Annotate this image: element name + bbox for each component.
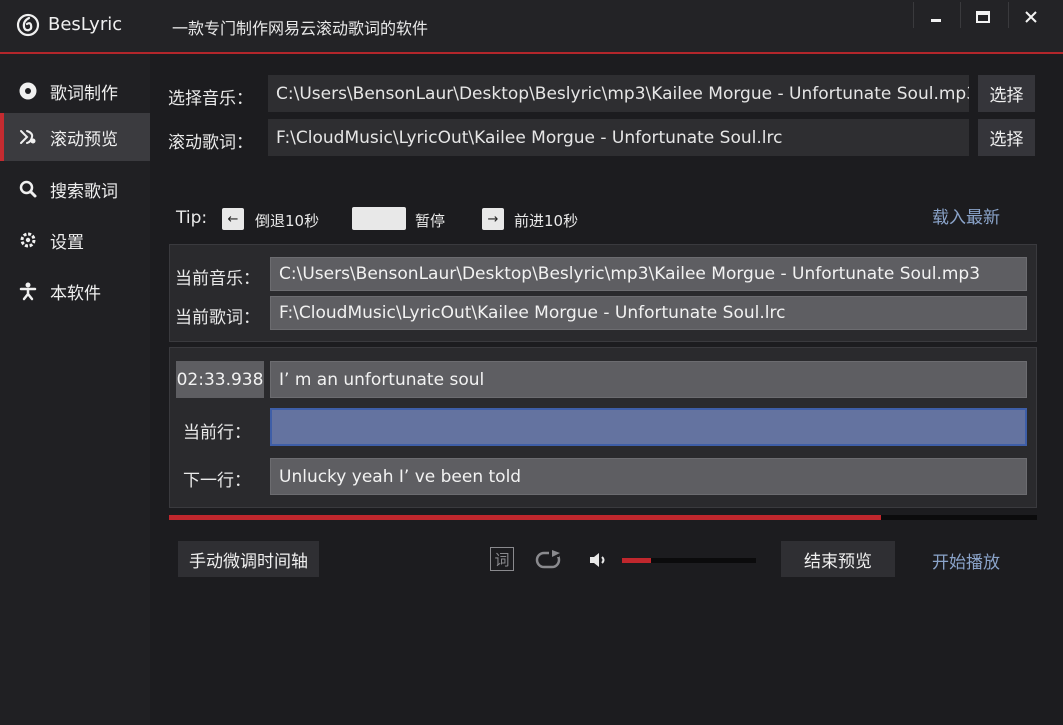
tip-label: Tip:: [176, 208, 208, 228]
close-button[interactable]: [1008, 0, 1054, 34]
volume-slider[interactable]: [622, 558, 756, 563]
left-arrow-key-icon: ←: [222, 208, 244, 230]
end-preview-button[interactable]: 结束预览: [781, 541, 895, 577]
search-icon: [19, 180, 37, 198]
sidebar-item-settings[interactable]: 设置: [0, 216, 150, 264]
maximize-icon: [976, 11, 990, 23]
forward-tip: 前进10秒: [514, 212, 579, 230]
gear-icon: [20, 232, 36, 248]
title-underline: [0, 52, 1063, 54]
right-arrow-key-icon: →: [482, 208, 504, 230]
sidebar-item-scroll-preview[interactable]: 滚动预览: [0, 113, 150, 161]
current-lyric-field: F:\CloudMusic\LyricOut\Kailee Morgue - U…: [270, 296, 1027, 330]
current-lyric-label: 当前歌词：: [175, 308, 260, 328]
sidebar-item-about[interactable]: 本软件: [0, 267, 150, 315]
current-music-label: 当前音乐：: [175, 269, 260, 289]
app-name: BesLyric: [48, 14, 123, 35]
netease-logo-icon: [16, 13, 40, 37]
disc-icon: [19, 82, 37, 100]
pause-tip: 暂停: [415, 212, 446, 230]
spacebar-key-icon: [352, 207, 406, 230]
person-icon: [19, 282, 37, 301]
sidebar-item-label: 歌词制作: [50, 84, 118, 104]
time-display: 02:33.938: [176, 361, 264, 398]
select-lyric-button[interactable]: 选择: [978, 119, 1035, 156]
select-music-label: 选择音乐：: [168, 89, 253, 109]
current-line-field: [270, 408, 1027, 446]
sidebar-item-label: 搜索歌词: [50, 182, 118, 202]
sidebar-item-label: 本软件: [50, 284, 101, 304]
sidebar-item-lyric-making[interactable]: 歌词制作: [0, 67, 150, 115]
manual-adjust-button[interactable]: 手动微调时间轴: [178, 541, 319, 577]
next-line-label: 下一行：: [183, 471, 251, 491]
volume-slider-fill: [622, 558, 652, 563]
sidebar-item-label: 滚动预览: [50, 130, 118, 150]
load-latest-link[interactable]: 载入最新: [932, 203, 1000, 228]
next-line-field: Unlucky yeah I’ ve been told: [270, 458, 1027, 495]
scroll-lyric-label: 滚动歌词：: [168, 133, 253, 153]
current-line-label: 当前行：: [183, 423, 251, 443]
minimize-button[interactable]: [913, 0, 959, 34]
previous-line-field: I’ m an unfortunate soul: [270, 361, 1027, 398]
minimize-icon: [931, 19, 941, 22]
rewind-tip: 倒退10秒: [255, 212, 320, 230]
scroll-preview-icon: [20, 130, 36, 144]
select-music-button[interactable]: 选择: [978, 75, 1035, 112]
start-play-link[interactable]: 开始播放: [932, 548, 1000, 573]
music-path-field[interactable]: C:\Users\BensonLaur\Desktop\Beslyric\mp3…: [268, 75, 969, 112]
playback-progress-bar[interactable]: [169, 515, 1037, 520]
sidebar-item-label: 设置: [50, 233, 84, 253]
close-icon: [1025, 11, 1037, 23]
lyric-path-field[interactable]: F:\CloudMusic\LyricOut\Kailee Morgue - U…: [268, 119, 969, 156]
current-music-field: C:\Users\BensonLaur\Desktop\Beslyric\mp3…: [270, 257, 1027, 291]
sidebar: 歌词制作 滚动预览 搜索歌词 设置 本软件: [0, 54, 150, 725]
sidebar-item-search-lyric[interactable]: 搜索歌词: [0, 165, 150, 213]
maximize-button[interactable]: [960, 0, 1006, 34]
lyric-toggle-icon[interactable]: 词: [490, 547, 514, 571]
loop-icon[interactable]: [535, 548, 565, 570]
title-bar: BesLyric 一款专门制作网易云滚动歌词的软件: [0, 0, 1063, 54]
volume-icon[interactable]: [589, 552, 609, 568]
app-subtitle: 一款专门制作网易云滚动歌词的软件: [172, 19, 429, 38]
playback-progress-fill: [169, 515, 881, 520]
